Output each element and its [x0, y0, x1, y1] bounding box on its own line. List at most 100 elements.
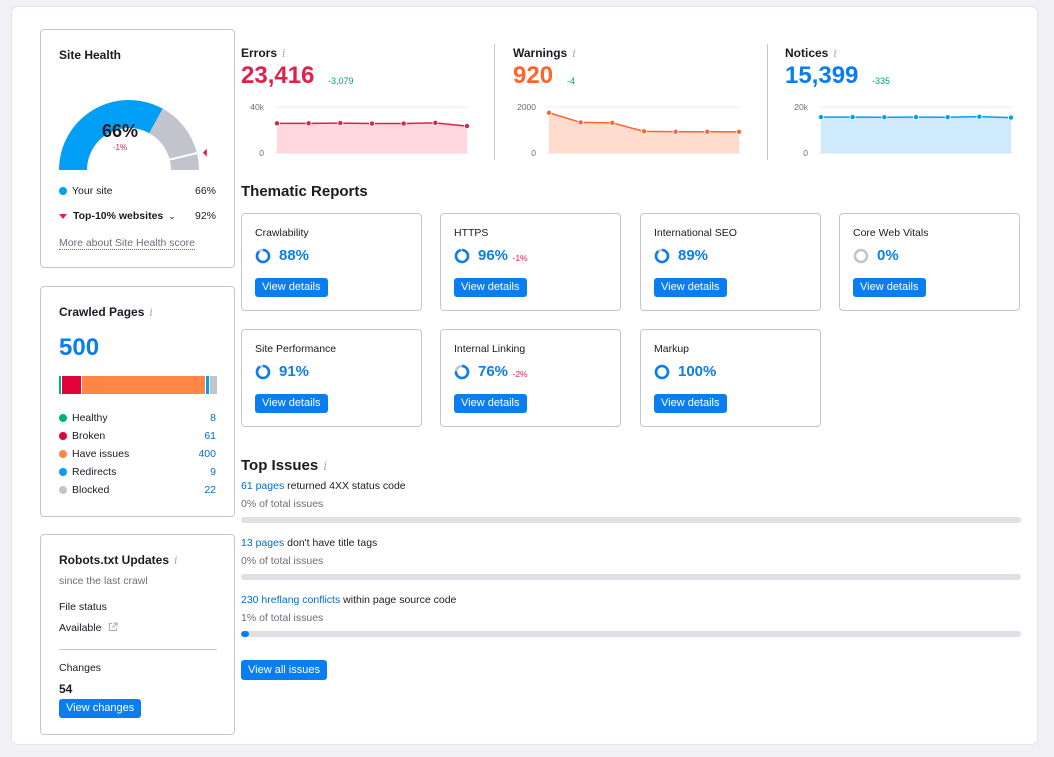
view-details-button[interactable]: View details	[654, 394, 727, 413]
sparkline-point[interactable]	[640, 128, 647, 135]
sparkline-point[interactable]	[672, 128, 679, 135]
progress-ring-icon	[255, 248, 271, 264]
view-details-button[interactable]: View details	[654, 278, 727, 297]
progress-ring-icon	[654, 364, 670, 380]
bar-segment-broken[interactable]	[62, 376, 82, 394]
info-icon[interactable]: i	[572, 47, 576, 60]
issue-link[interactable]: 230 hreflang conflicts	[241, 594, 340, 606]
issue-link[interactable]: 13 pages	[241, 537, 284, 549]
file-status-label: File status	[59, 601, 107, 613]
external-link-icon[interactable]	[108, 622, 118, 632]
ring-track	[853, 248, 869, 264]
robots-txt-card: Robots.txt Updates i since the last crawl…	[40, 534, 235, 735]
crawled-row-broken[interactable]: Broken 61	[59, 430, 216, 442]
dashboard-page: Site Health 66% -1% Your site 66% Top-10…	[12, 7, 1037, 744]
thematic-card-value[interactable]: 96%	[478, 247, 508, 264]
info-icon[interactable]: i	[323, 459, 327, 473]
view-details-button[interactable]: View details	[255, 278, 328, 297]
crawled-row-have-issues[interactable]: Have issues 400	[59, 448, 216, 460]
crawled-row-label: Healthy	[72, 412, 108, 424]
view-all-issues-button[interactable]: View all issues	[241, 660, 327, 680]
sparkline-point[interactable]	[944, 114, 951, 121]
ring-progress	[255, 364, 271, 380]
view-details-button[interactable]: View details	[454, 394, 527, 413]
sparkline-point[interactable]	[274, 120, 281, 127]
view-details-button[interactable]: View details	[853, 278, 926, 297]
chevron-down-icon[interactable]: ⌄	[168, 211, 176, 221]
errors-panel: Errors i 23,416 -3,079 40k 0	[241, 37, 481, 162]
sparkline-point[interactable]	[1007, 114, 1014, 121]
crawled-row-healthy[interactable]: Healthy 8	[59, 412, 216, 424]
warnings-title-text: Warnings	[513, 46, 568, 60]
file-status-value-text[interactable]: Available	[59, 622, 101, 634]
issue-progress-fill	[241, 631, 249, 637]
y-tick-min: 0	[803, 148, 808, 157]
sparkline-point[interactable]	[609, 119, 616, 126]
thematic-card-internal-linking: Internal Linking 76% -2% View details	[440, 329, 621, 427]
sparkline-point[interactable]	[432, 119, 439, 126]
thematic-card-value[interactable]: 89%	[678, 247, 708, 264]
warnings-value[interactable]: 920	[513, 62, 553, 90]
thematic-card-value[interactable]: 0%	[877, 247, 899, 264]
sparkline-point[interactable]	[818, 114, 825, 121]
crawled-row-blocked[interactable]: Blocked 22	[59, 484, 216, 496]
notices-value[interactable]: 15,399	[785, 62, 858, 90]
bar-segment-redirects[interactable]	[206, 376, 210, 394]
issue-share: 0% of total issues	[241, 555, 324, 567]
warnings-delta: -4	[567, 76, 576, 86]
info-icon[interactable]: i	[149, 306, 153, 319]
sparkline-point[interactable]	[735, 128, 742, 135]
info-icon[interactable]: i	[833, 47, 837, 60]
crawled-row-value[interactable]: 400	[198, 448, 216, 460]
thematic-card-value[interactable]: 91%	[279, 363, 309, 380]
notices-sparkline: 20k 0	[794, 102, 1014, 157]
more-about-site-health-link[interactable]: More about Site Health score	[59, 237, 195, 250]
view-changes-button[interactable]: View changes	[59, 699, 142, 718]
crawled-row-value[interactable]: 22	[204, 484, 216, 496]
thematic-card-name: Internal Linking	[454, 343, 526, 355]
sparkline-area	[821, 116, 1011, 153]
thematic-card-value[interactable]: 88%	[279, 247, 309, 264]
issue-title: 61 pages returned 4XX status code	[241, 480, 406, 492]
bar-segment-blocked[interactable]	[210, 376, 217, 394]
sparkline-point[interactable]	[849, 114, 856, 121]
sparkline-point[interactable]	[912, 114, 919, 121]
view-details-button[interactable]: View details	[255, 394, 328, 413]
sparkline-point[interactable]	[368, 120, 375, 127]
triangle-marker-icon	[59, 213, 67, 219]
thematic-card-international-seo: International SEO 89% View details	[640, 213, 821, 311]
crawled-pages-total[interactable]: 500	[59, 334, 99, 362]
thematic-card-value[interactable]: 76%	[478, 363, 508, 380]
site-health-card: Site Health 66% -1% Your site 66% Top-10…	[40, 29, 235, 268]
crawled-row-value[interactable]: 61	[204, 430, 216, 442]
info-icon[interactable]: i	[282, 47, 286, 60]
thematic-card-https: HTTPS 96% -1% View details	[440, 213, 621, 311]
bar-segment-healthy[interactable]	[59, 376, 62, 394]
sparkline-point[interactable]	[337, 120, 344, 127]
sparkline-point[interactable]	[881, 114, 888, 121]
thematic-card-value[interactable]: 100%	[678, 363, 716, 380]
info-icon[interactable]: i	[174, 554, 178, 567]
file-status-value[interactable]: Available	[59, 622, 118, 634]
issue-link[interactable]: 61 pages	[241, 480, 284, 492]
ring-progress	[654, 364, 670, 380]
changes-label: Changes	[59, 662, 102, 674]
sparkline-point[interactable]	[577, 119, 584, 126]
crawled-row-value[interactable]: 8	[210, 412, 216, 424]
legend-dot-icon	[59, 468, 67, 477]
sparkline-point[interactable]	[463, 123, 470, 130]
ring-progress	[454, 248, 470, 264]
errors-value[interactable]: 23,416	[241, 62, 314, 90]
crawled-row-redirects[interactable]: Redirects 9	[59, 466, 216, 478]
sparkline-point[interactable]	[305, 120, 312, 127]
legend-top10-label[interactable]: Top-10% websites	[73, 210, 163, 222]
legend-top10[interactable]: Top-10% websites ⌄ 92%	[59, 210, 216, 222]
thematic-card-name: HTTPS	[454, 227, 489, 239]
view-details-button[interactable]: View details	[454, 278, 527, 297]
sparkline-point[interactable]	[400, 120, 407, 127]
crawled-row-value[interactable]: 9	[210, 466, 216, 478]
sparkline-point[interactable]	[976, 113, 983, 120]
bar-segment-have-issues[interactable]	[82, 376, 206, 394]
sparkline-point[interactable]	[704, 128, 711, 135]
sparkline-point[interactable]	[546, 109, 553, 116]
